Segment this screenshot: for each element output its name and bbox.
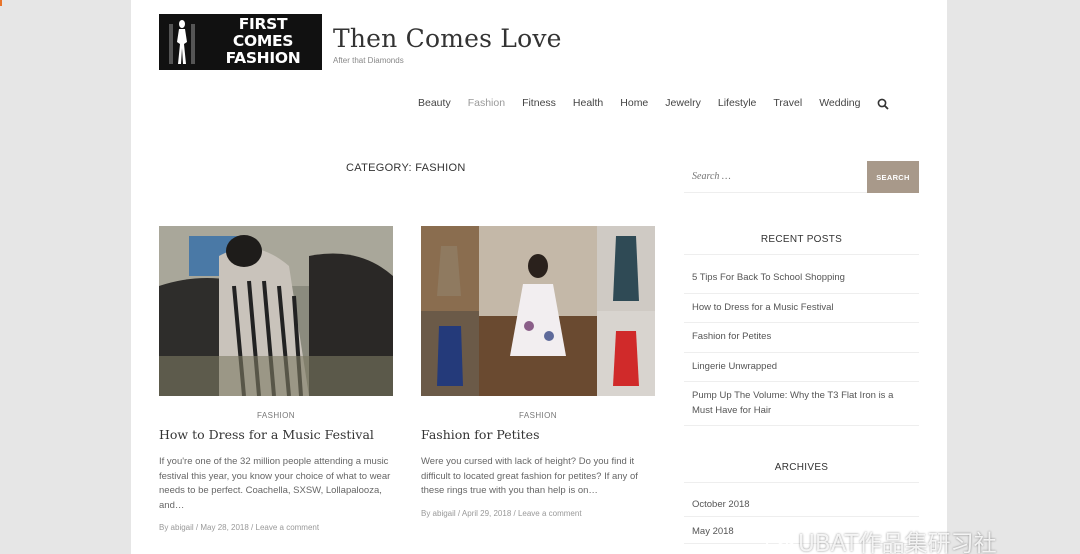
post-title[interactable]: How to Dress for a Music Festival	[159, 427, 393, 442]
mannequin-icon	[169, 20, 195, 64]
nav-item-beauty[interactable]: Beauty	[418, 97, 451, 109]
search-button[interactable]: SEARCH	[867, 161, 919, 193]
wechat-icon	[766, 533, 795, 554]
post-category[interactable]: FASHION	[159, 411, 393, 420]
recent-post-link[interactable]: Lingerie Unwrapped	[684, 353, 919, 382]
sidebar: SEARCH RECENT POSTS 5 Tips For Back To S…	[684, 160, 919, 544]
site-tagline: After that Diamonds	[333, 56, 404, 65]
main-nav: Beauty Fashion Fitness Health Home Jewel…	[418, 97, 890, 110]
post-card: FASHION Fashion for Petites Were you cur…	[421, 226, 655, 518]
site-logo[interactable]: FIRST COMES FASHION	[159, 14, 322, 70]
post-title[interactable]: Fashion for Petites	[421, 427, 655, 442]
site-title[interactable]: Then Comes Love	[333, 24, 562, 53]
post-excerpt: Were you cursed with lack of height? Do …	[421, 456, 638, 496]
watermark-text: UBAT作品集研习社	[798, 531, 997, 554]
nav-item-jewelry[interactable]: Jewelry	[665, 97, 701, 109]
logo-line: FIRST	[238, 15, 288, 33]
nav-item-health[interactable]: Health	[573, 97, 603, 109]
logo-text: FIRST COMES FASHION	[207, 16, 319, 67]
page-container: FIRST COMES FASHION Then Comes Love Afte…	[131, 0, 947, 554]
post-card: FASHION How to Dress for a Music Festiva…	[159, 226, 393, 532]
recent-post-link[interactable]: 5 Tips For Back To School Shopping	[684, 255, 919, 294]
nav-item-travel[interactable]: Travel	[773, 97, 802, 109]
nav-item-fashion[interactable]: Fashion	[468, 97, 505, 109]
archive-link[interactable]: October 2018	[684, 483, 919, 517]
corner-mark	[0, 0, 2, 6]
logo-line: COMES	[232, 32, 294, 50]
watermark: UBAT作品集研习社	[766, 524, 997, 554]
post-meta[interactable]: By abigail / May 28, 2018 / Leave a comm…	[159, 523, 393, 532]
search-icon[interactable]	[877, 98, 890, 110]
post-thumbnail[interactable]	[421, 226, 655, 396]
widget-title-archives: ARCHIVES	[684, 462, 919, 483]
nav-item-fitness[interactable]: Fitness	[522, 97, 556, 109]
post-meta[interactable]: By abigail / April 29, 2018 / Leave a co…	[421, 509, 655, 518]
recent-posts-widget: RECENT POSTS 5 Tips For Back To School S…	[684, 234, 919, 426]
nav-item-home[interactable]: Home	[620, 97, 648, 109]
recent-post-link[interactable]: Pump Up The Volume: Why the T3 Flat Iron…	[684, 382, 919, 426]
recent-post-link[interactable]: Fashion for Petites	[684, 323, 919, 353]
logo-line: FASHION	[225, 49, 301, 67]
nav-item-wedding[interactable]: Wedding	[819, 97, 860, 109]
post-category[interactable]: FASHION	[421, 411, 655, 420]
post-thumbnail[interactable]	[159, 226, 393, 396]
category-title: CATEGORY: FASHION	[346, 162, 466, 174]
recent-post-link[interactable]: How to Dress for a Music Festival	[684, 294, 919, 323]
search-form: SEARCH	[684, 160, 919, 193]
search-input[interactable]	[684, 160, 867, 193]
widget-title-recent: RECENT POSTS	[684, 234, 919, 255]
post-excerpt: If you're one of the 32 million people a…	[159, 456, 391, 511]
nav-item-lifestyle[interactable]: Lifestyle	[718, 97, 757, 109]
